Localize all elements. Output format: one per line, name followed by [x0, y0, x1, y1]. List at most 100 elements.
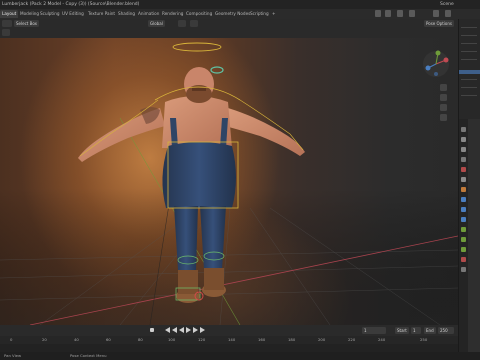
bone-properties-icon[interactable]	[461, 247, 466, 252]
outliner-row[interactable]	[461, 51, 477, 52]
overlay-icon[interactable]	[375, 10, 381, 17]
outliner-row[interactable]	[461, 35, 477, 36]
tab-uv-editing[interactable]: UV Editing	[62, 10, 84, 18]
tab-rendering[interactable]: Rendering	[162, 10, 183, 18]
window-title: Lumberjack (Pack 2 Model - Copy (3)) (So…	[2, 2, 140, 7]
add-workspace-button[interactable]: +	[272, 10, 276, 18]
frame-tick: 160	[258, 337, 266, 342]
view-controls	[440, 84, 447, 121]
pose-options-dropdown[interactable]: Pose Options	[424, 20, 454, 27]
gizmo-icon[interactable]	[385, 10, 391, 17]
transform-orientation-dropdown[interactable]: Global	[148, 20, 165, 27]
frame-tick: 120	[198, 337, 206, 342]
scene-selector[interactable]: Scene	[440, 0, 454, 9]
workspace-tabs: Layout Modeling Sculpting UV Editing Tex…	[0, 9, 480, 19]
frame-tick: 220	[348, 337, 356, 342]
pan-hand-icon	[440, 94, 447, 101]
frame-tick: 100	[168, 337, 176, 342]
end-frame-field[interactable]: 250	[438, 327, 454, 334]
tab-modeling[interactable]: Modeling	[20, 10, 39, 18]
render-icon[interactable]	[445, 10, 451, 17]
frame-tick: 40	[74, 337, 79, 342]
properties-panel[interactable]	[458, 119, 480, 360]
outliner-panel[interactable]	[458, 19, 480, 119]
outliner-row[interactable]	[461, 59, 477, 60]
prev-keyframe-icon[interactable]	[172, 327, 177, 333]
current-frame-field[interactable]: 1	[362, 327, 386, 334]
title-bar: Lumberjack (Pack 2 Model - Copy (3)) (So…	[0, 0, 480, 9]
object-properties-icon[interactable]	[461, 187, 466, 192]
scene-properties-icon[interactable]	[461, 167, 466, 172]
scene-icon[interactable]	[433, 10, 439, 17]
tab-scripting[interactable]: Scripting	[250, 10, 269, 18]
texture-icon[interactable]	[461, 267, 466, 272]
tool-icon[interactable]	[2, 29, 10, 36]
tool-settings-icon[interactable]	[461, 127, 466, 132]
editor-type-icon[interactable]	[2, 20, 12, 27]
header-tools	[375, 10, 455, 18]
jump-end-icon[interactable]	[200, 327, 205, 333]
frame-tick: 0	[10, 337, 13, 342]
outliner-row[interactable]	[461, 95, 477, 96]
record-button[interactable]	[150, 328, 154, 332]
view-layer-icon[interactable]	[461, 157, 466, 162]
output-properties-icon[interactable]	[461, 147, 466, 152]
navigation-gizmo	[423, 50, 449, 77]
frame-tick: 200	[318, 337, 326, 342]
tab-geometry-nodes[interactable]: Geometry Nodes	[215, 10, 250, 18]
viewport-header: Select Box Global Pose Options	[0, 19, 458, 38]
outliner-row[interactable]	[461, 87, 477, 88]
timeline-track-area[interactable]	[0, 344, 458, 352]
start-frame-field[interactable]: 1	[411, 327, 421, 334]
grid-view-icon	[440, 114, 447, 121]
play-icon[interactable]	[186, 327, 191, 333]
frame-tick: 240	[378, 337, 386, 342]
view-icon[interactable]	[397, 10, 403, 17]
timeline-header: 1 Start 1 End 250	[0, 325, 458, 336]
physics-icon[interactable]	[461, 217, 466, 222]
snap-icon[interactable]	[190, 20, 198, 27]
pivot-icon[interactable]	[178, 20, 186, 27]
modifier-icon[interactable]	[461, 197, 466, 202]
tab-sculpting[interactable]: Sculpting	[40, 10, 60, 18]
3d-viewport[interactable]	[0, 38, 458, 325]
root-control-ring	[172, 42, 222, 52]
frame-tick: 80	[138, 337, 143, 342]
tab-layout[interactable]: Layout	[0, 10, 19, 18]
render-properties-icon[interactable]	[461, 137, 466, 142]
z-axis-icon	[425, 65, 431, 71]
frame-tick: 20	[42, 337, 47, 342]
particles-icon[interactable]	[461, 207, 466, 212]
frame-tick: 250	[420, 337, 428, 342]
outliner-selected-row[interactable]	[459, 70, 480, 74]
data-properties-icon[interactable]	[461, 237, 466, 242]
outliner-row[interactable]	[461, 27, 477, 28]
x-axis-icon	[443, 57, 449, 63]
viewport-scene	[0, 42, 458, 325]
y-axis-icon	[435, 50, 441, 56]
jump-start-icon[interactable]	[165, 327, 170, 333]
world-properties-icon[interactable]	[461, 177, 466, 182]
outliner-row[interactable]	[461, 79, 477, 80]
tab-animation[interactable]: Animation	[138, 10, 159, 18]
constraints-icon[interactable]	[461, 227, 466, 232]
head-control	[210, 66, 224, 74]
start-label: Start	[395, 327, 409, 334]
tab-texture-paint[interactable]: Texture Paint	[88, 10, 115, 18]
camera-icon[interactable]	[409, 10, 415, 17]
status-bar: Pan View Pose Context Menu	[0, 352, 480, 360]
status-pan-view: Pan View	[4, 353, 22, 358]
frame-tick: 180	[288, 337, 296, 342]
play-reverse-icon[interactable]	[179, 327, 184, 333]
tab-shading[interactable]: Shading	[118, 10, 135, 18]
next-keyframe-icon[interactable]	[193, 327, 198, 333]
zoom-icon	[440, 84, 447, 91]
outliner-row[interactable]	[461, 43, 477, 44]
select-box-tool[interactable]: Select Box	[14, 20, 40, 27]
frame-tick: 140	[228, 337, 236, 342]
camera-view-icon	[440, 104, 447, 111]
material-icon[interactable]	[461, 257, 466, 262]
timeline-ruler[interactable]: 0 20 40 60 80 100 120 140 160 180 200 22…	[0, 336, 458, 344]
tab-compositing[interactable]: Compositing	[186, 10, 212, 18]
status-context-menu: Pose Context Menu	[70, 353, 107, 358]
